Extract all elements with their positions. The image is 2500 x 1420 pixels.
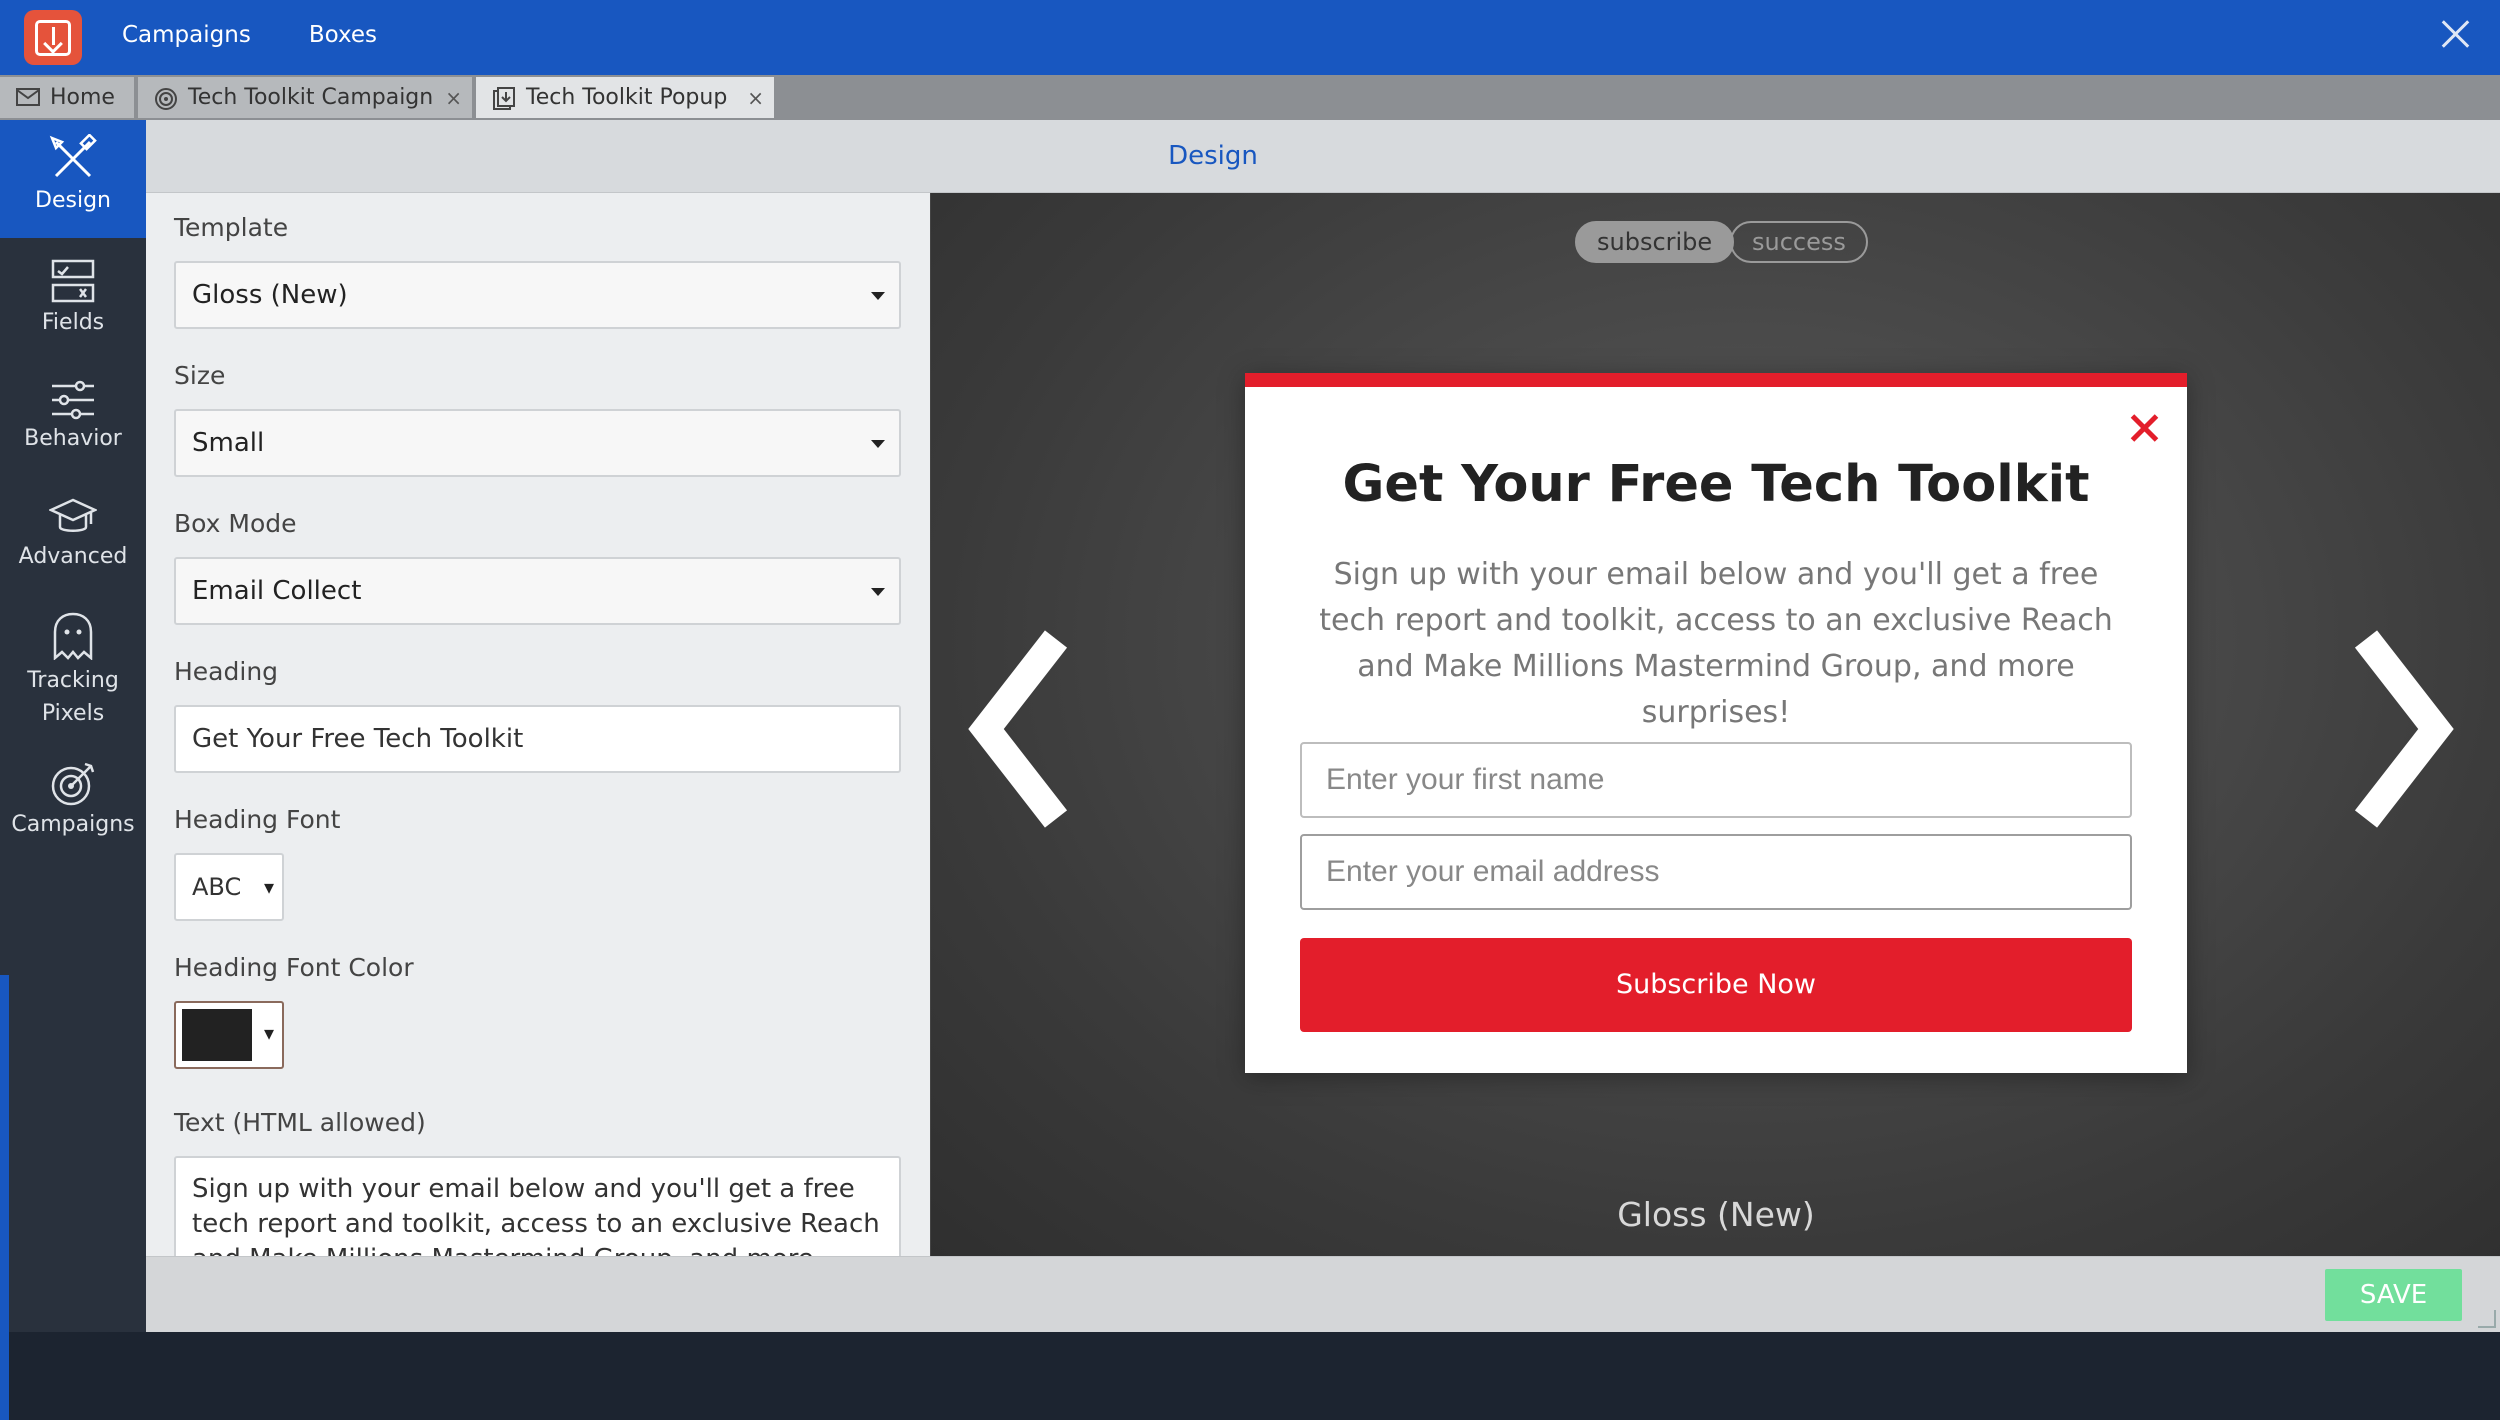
top-bar: Campaigns Boxes [0,0,2500,75]
box-mode-label: Box Mode [174,509,297,538]
sidebar-item-design[interactable]: Design [0,120,146,238]
preview-area: subscribe success Get Your Free Tech Too… [930,193,2500,1256]
subscribe-button[interactable]: Subscribe Now [1300,938,2132,1032]
size-select[interactable]: Small [174,409,901,477]
tab-label: Tech Toolkit Popup [526,85,728,110]
heading-font-label: Heading Font [174,805,341,834]
tab-tech-toolkit-popup[interactable]: Tech Toolkit Popup × [476,77,776,118]
design-tools-icon [49,134,97,178]
tab-label: Home [50,85,115,110]
heading-font-value: ABC [192,873,242,901]
close-window-icon[interactable] [2436,14,2476,54]
text-label: Text (HTML allowed) [174,1108,426,1137]
sidebar-item-label: Tracking [27,668,119,693]
sidebar-scroll-indicator [0,975,9,1420]
close-tab-icon[interactable]: × [747,86,764,110]
app-logo-icon[interactable] [24,10,82,65]
sidebar-item-label: Design [35,188,111,213]
sidebar-item-label: Fields [41,310,105,335]
popup-heading: Get Your Free Tech Toolkit [1342,455,2090,514]
target-icon [154,87,178,110]
target-icon [51,762,95,806]
fields-icon [51,259,95,303]
heading-color-picker[interactable]: ▾ [174,1001,284,1069]
sidebar-item-label: Advanced [18,544,128,569]
app-window: Campaigns Boxes Home Tech Toolkit Campai… [0,0,2500,1420]
success-toggle[interactable]: success [1730,221,1868,263]
section-header: Design [146,120,2500,193]
mail-icon [16,87,40,109]
chevron-down-icon [871,440,885,448]
popup-text: Sign up with your email below and you'll… [1319,557,2113,730]
page-title: Design [1168,141,1258,171]
email-input[interactable]: Enter your email address [1300,834,2132,910]
subscribe-toggle[interactable]: subscribe [1575,221,1735,263]
nav-campaigns[interactable]: Campaigns [122,22,251,48]
template-select[interactable]: Gloss (New) [174,261,901,329]
sliders-icon [52,380,94,420]
sidebar-item-advanced[interactable]: Advanced [0,484,146,592]
nav-boxes[interactable]: Boxes [309,22,377,48]
sidebar: Design Fields Behavior Advanced Tracking… [0,120,146,1420]
box-mode-select[interactable]: Email Collect [174,557,901,625]
top-nav: Campaigns Boxes [122,22,377,48]
design-form-panel: Template Gloss (New) Size Small Box Mode… [146,193,930,1256]
popup-icon [492,86,516,110]
next-template-icon[interactable] [2351,629,2461,829]
chevron-down-icon [871,588,885,596]
heading-font-select[interactable]: ABC ▾ [174,853,284,921]
template-caption: Gloss (New) [1617,1195,1815,1234]
template-label: Template [174,213,289,242]
graduation-cap-icon [49,498,97,532]
first-name-input[interactable]: Enter your first name [1300,742,2132,818]
heading-input[interactable]: Get Your Free Tech Toolkit [174,705,901,773]
size-label: Size [174,361,226,390]
heading-font-color-label: Heading Font Color [174,953,414,982]
popup-close-icon[interactable] [2127,411,2161,445]
sidebar-item-tracking-pixels[interactable]: Tracking Pixels [0,600,146,735]
box-mode-value: Email Collect [192,576,362,606]
previous-template-icon[interactable] [961,629,1071,829]
sidebar-item-label: Pixels [41,701,105,726]
save-button[interactable]: SAVE [2325,1269,2462,1321]
dropdown-arrow-icon: ▾ [263,1021,274,1045]
resize-grip-icon[interactable] [2478,1310,2496,1328]
sidebar-item-label: Campaigns [11,812,135,837]
popup-preview: Get Your Free Tech Toolkit Sign up with … [1245,373,2187,1073]
close-tab-icon[interactable]: × [445,86,462,110]
color-swatch [182,1009,252,1061]
tab-bar: Home Tech Toolkit Campaign × Tech Toolki… [0,75,2500,120]
tab-label: Tech Toolkit Campaign [188,85,434,110]
tab-tech-toolkit-campaign[interactable]: Tech Toolkit Campaign × [138,77,474,118]
sidebar-item-fields[interactable]: Fields [0,248,146,356]
sidebar-item-label: Behavior [24,426,122,451]
footer-bar: SAVE [146,1256,2500,1332]
sidebar-item-campaigns[interactable]: Campaigns [0,750,146,858]
chevron-down-icon [871,292,885,300]
ghost-icon [53,612,93,660]
sidebar-item-behavior[interactable]: Behavior [0,366,146,474]
text-textarea[interactable]: Sign up with your email below and you'll… [174,1156,901,1256]
size-value: Small [192,428,265,458]
dropdown-arrow-icon: ▾ [263,875,274,899]
tab-home[interactable]: Home [0,77,136,118]
template-value: Gloss (New) [192,280,348,310]
heading-label: Heading [174,657,279,686]
